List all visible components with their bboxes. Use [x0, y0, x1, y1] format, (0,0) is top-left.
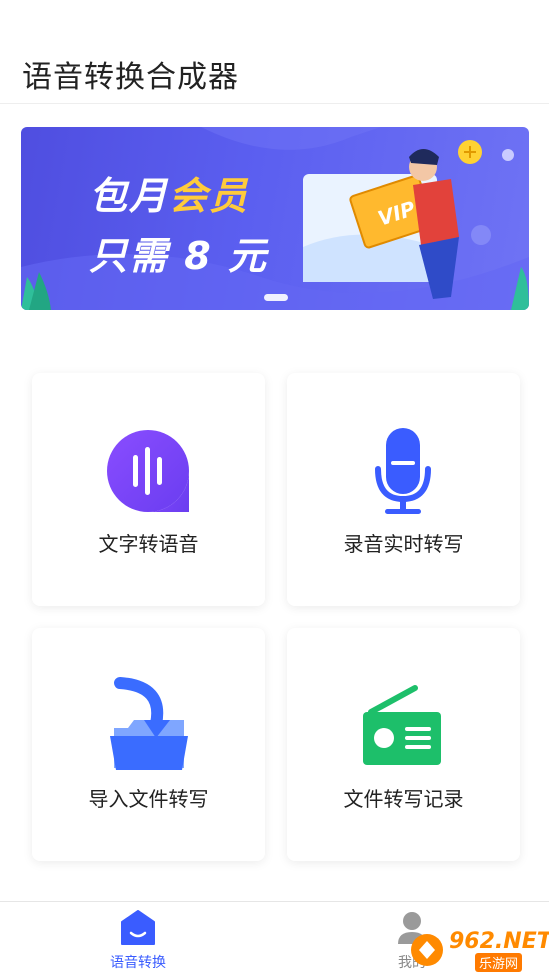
microphone-icon: [375, 428, 431, 514]
promo-banner[interactable]: 包月会员 只需 8 元 VIP: [21, 127, 529, 310]
home-icon: [121, 910, 155, 945]
tab-label: 语音转换: [110, 955, 166, 971]
banner-price-suffix: 元: [227, 234, 268, 278]
watermark-logo-icon: [411, 934, 443, 966]
banner-text-prefix: 包月: [89, 174, 170, 218]
bottom-tab-bar: 语音转换 我的 962.NET 乐游网: [0, 901, 549, 977]
tab-voice-convert[interactable]: 语音转换: [88, 902, 188, 977]
watermark-sub: 乐游网: [475, 953, 523, 972]
banner-text-highlight: 会员: [169, 174, 250, 218]
banner-price: 8: [184, 234, 213, 278]
feature-label: 录音实时转写: [343, 532, 464, 556]
banner-price-prefix: 只需: [89, 234, 170, 278]
banner-headline: 包月会员: [89, 165, 249, 220]
page-title: 语音转换合成器: [22, 60, 239, 95]
feature-label: 文件转写记录: [343, 787, 464, 811]
feature-card-import-file[interactable]: 导入文件转写: [32, 628, 265, 861]
feature-card-transcribe-records[interactable]: 文件转写记录: [287, 628, 520, 861]
watermark-text: 962.NET: [449, 929, 549, 954]
feature-card-text-to-speech[interactable]: 文字转语音: [32, 373, 265, 606]
carousel-indicator[interactable]: [264, 294, 288, 301]
feature-label: 文字转语音: [98, 532, 199, 556]
import-folder-icon: [110, 677, 188, 770]
site-watermark: 962.NET 乐游网: [405, 929, 549, 972]
banner-subline: 只需 8 元: [89, 225, 268, 280]
speech-bubble-icon: [107, 430, 190, 512]
app-header: 语音转换合成器: [0, 0, 549, 104]
feature-label: 导入文件转写: [88, 787, 209, 811]
radio-icon: [363, 685, 441, 765]
feature-card-live-transcribe[interactable]: 录音实时转写: [287, 373, 520, 606]
